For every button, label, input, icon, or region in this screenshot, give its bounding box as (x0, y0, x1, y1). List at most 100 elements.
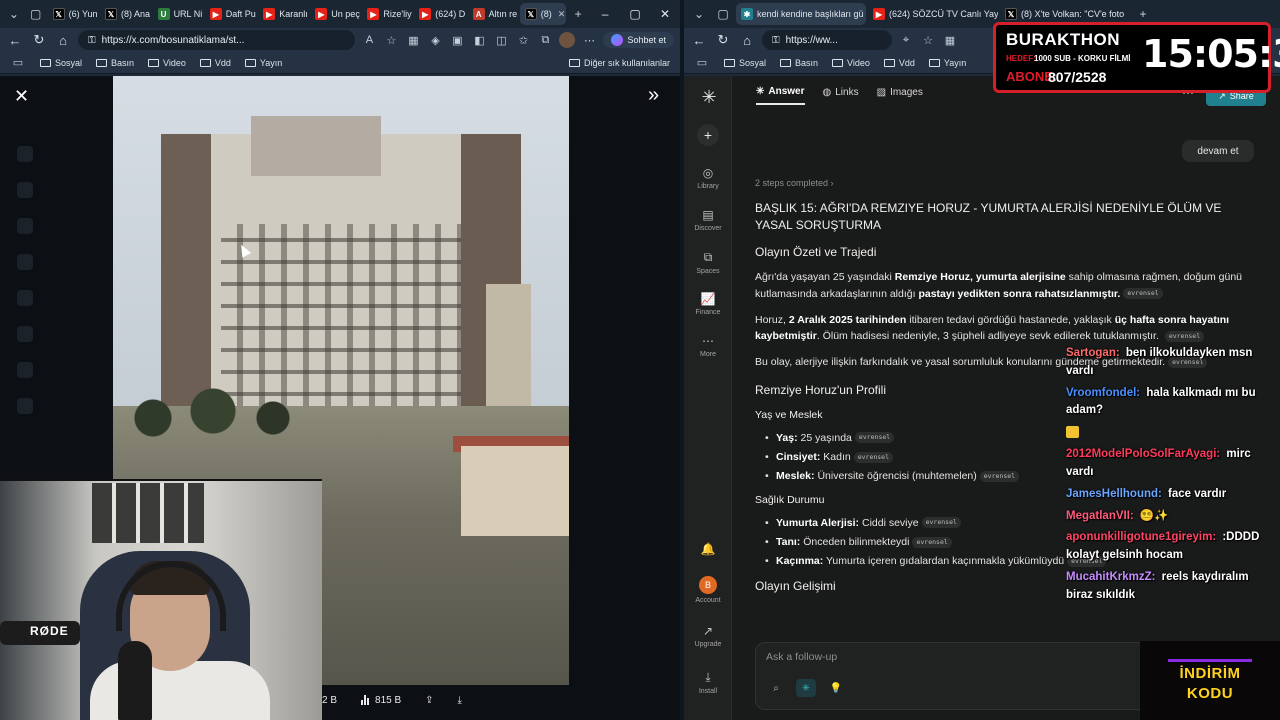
extension-icon[interactable]: ▦ (942, 34, 958, 47)
sidebar-item-finance[interactable]: 📈 Finance (684, 292, 732, 316)
views-button[interactable]: 815 B (361, 695, 401, 706)
extension-icon[interactable]: ◈ (427, 34, 443, 47)
tab-4[interactable]: ▶ Daft Pu (205, 3, 256, 25)
steps-completed[interactable]: 2 steps completed › (755, 178, 834, 188)
sidebar-item-discover[interactable]: ▤ Discover (684, 208, 732, 232)
item-key: Kaçınma: (776, 555, 824, 568)
folder-icon (928, 58, 940, 67)
tab-7[interactable]: ▶ Rize'liy (362, 3, 412, 25)
bookmark-folder[interactable]: Yayın (244, 58, 282, 68)
library-icon: ◎ (702, 166, 714, 180)
extension-icon[interactable]: ▣ (449, 34, 465, 47)
bookmark-folder[interactable]: Sosyal (724, 58, 766, 68)
sidebar-item-more[interactable]: ⋯ More (684, 334, 732, 358)
location-icon[interactable]: ⌖ (898, 34, 914, 47)
bookmark-folder[interactable]: Video (148, 58, 186, 68)
source-chip[interactable]: evrensel (1123, 288, 1163, 300)
close-tab-icon[interactable]: ✕ (558, 9, 566, 20)
sidebar-item-spaces[interactable]: ⧉ Spaces (684, 250, 732, 275)
source-chip[interactable]: evrensel (854, 432, 895, 444)
tab-answer[interactable]: ✳ Answer (756, 86, 805, 105)
tab-3[interactable]: U URL Ni (153, 3, 203, 25)
item-key: Cinsiyet: (776, 450, 821, 463)
site-info-icon[interactable]: ⚿ (88, 35, 96, 46)
split-screen-icon[interactable]: ◫ (493, 34, 509, 47)
maximize-icon[interactable]: ▢ (620, 7, 650, 21)
spaces-icon: ⧉ (703, 250, 713, 264)
tab-1[interactable]: 𝕏 (6) Yun (48, 3, 98, 25)
minimize-icon[interactable]: – (590, 7, 620, 21)
refresh-icon[interactable]: ↻ (714, 32, 732, 48)
profile-avatar[interactable] (559, 32, 576, 48)
favorite-star-icon[interactable]: ☆ (920, 34, 936, 47)
favorites-icon[interactable]: ✩ (515, 34, 531, 47)
lightbulb-icon[interactable]: 💡 (826, 679, 846, 697)
source-chip[interactable]: evrensel (912, 536, 952, 548)
workspaces-icon[interactable]: ▢ (26, 3, 46, 25)
bookmark-menu-icon[interactable]: ▭ (10, 56, 26, 69)
tab-9[interactable]: A Altın re (468, 3, 518, 25)
sidebar-item-install[interactable]: ⤓ Install (684, 670, 732, 695)
read-aloud-icon[interactable]: A (361, 34, 377, 46)
building-top-floor (251, 116, 381, 176)
chat-nick: MucahitKrkmzZ: (1066, 570, 1156, 583)
share-icon[interactable]: ⇪ (425, 695, 433, 706)
sidebar-item-account[interactable]: B Account (684, 576, 732, 604)
workspaces-icon[interactable]: ▢ (712, 3, 734, 25)
tab-5[interactable]: ▶ Karanlı (258, 3, 308, 25)
favorite-star-icon[interactable]: ☆ (383, 34, 399, 47)
new-tab-icon[interactable]: + (568, 3, 588, 25)
sidebar-item-library[interactable]: ◎ Library (684, 166, 732, 190)
goal-label: HEDEF: (1006, 54, 1036, 63)
copilot-button[interactable]: Sohbet et (603, 32, 674, 48)
bookmark-folder[interactable]: Video (832, 58, 870, 68)
perplexity-logo-icon[interactable]: ✳ (698, 86, 720, 108)
bookmark-menu-icon[interactable]: ▭ (694, 56, 710, 69)
tab-6[interactable]: ▶ Un peç (310, 3, 360, 25)
collapse-panel-icon[interactable]: » (648, 84, 659, 107)
bookmark-folder[interactable]: Basın (96, 58, 134, 68)
bookmark-folder[interactable]: Vdd (199, 58, 231, 68)
close-icon[interactable]: ✕ (14, 86, 29, 107)
source-chip[interactable]: evrensel (979, 470, 1020, 482)
other-favorites-folder[interactable]: Diğer sık kullanılanlar (568, 58, 670, 68)
tab-menu-chevron-icon[interactable]: ⌄ (4, 3, 24, 25)
tab-label: URL Ni (173, 9, 203, 19)
site-info-icon[interactable]: ⚿ (772, 35, 780, 46)
partial-count[interactable]: 2 B (322, 695, 337, 706)
home-icon[interactable]: ⌂ (54, 33, 72, 48)
tab-images[interactable]: ▨ Images (877, 86, 923, 105)
tab-links[interactable]: ◍ Links (823, 86, 859, 105)
close-window-icon[interactable]: ✕ (650, 7, 680, 21)
tab-perplexity[interactable]: ✱kendi kendine başlıkları gü✕ (736, 3, 866, 25)
sidebar-item-upgrade[interactable]: ↗ Upgrade (684, 624, 732, 648)
source-chip[interactable]: evrensel (853, 451, 894, 463)
back-icon[interactable]: ← (6, 33, 24, 48)
search-icon[interactable]: ⌕ (766, 679, 786, 697)
download-icon[interactable]: ⤓ (458, 695, 462, 706)
tab-active[interactable]: 𝕏 (8) ✕ (519, 3, 567, 25)
source-chip[interactable]: evrensel (1164, 330, 1205, 342)
home-icon[interactable]: ⌂ (738, 33, 756, 48)
url-text: https://x.com/bosunatiklama/st... (101, 34, 245, 46)
tab-2[interactable]: 𝕏 (8) Ana (100, 3, 151, 25)
bookmark-folder[interactable]: Basın (780, 58, 818, 68)
tab-sozcu[interactable]: ▶(624) SÖZCÜ TV Canlı Yayı✕ (868, 3, 998, 25)
bookmark-folder[interactable]: Vdd (883, 58, 915, 68)
research-mode-icon[interactable]: ✳ (796, 679, 816, 697)
refresh-icon[interactable]: ↻ (30, 32, 48, 48)
new-thread-icon[interactable]: + (697, 124, 719, 146)
url-field[interactable]: ⚿ https://ww... (762, 30, 892, 50)
source-chip[interactable]: evrensel (921, 517, 961, 529)
extension-icon[interactable]: ▦ (405, 34, 421, 47)
extension-icon[interactable]: ◧ (471, 34, 487, 47)
bookmark-folder[interactable]: Sosyal (40, 58, 82, 68)
notifications-button[interactable]: 🔔 (684, 542, 732, 559)
collections-icon[interactable]: ⧉ (537, 34, 553, 47)
back-icon[interactable]: ← (690, 33, 708, 48)
url-field[interactable]: ⚿ https://x.com/bosunatiklama/st... (78, 30, 356, 50)
tab-menu-chevron-icon[interactable]: ⌄ (688, 3, 710, 25)
more-menu-icon[interactable]: ⋯ (581, 34, 597, 47)
tab-8[interactable]: ▶ (624) D (414, 3, 465, 25)
bookmark-folder[interactable]: Yayın (928, 58, 966, 68)
